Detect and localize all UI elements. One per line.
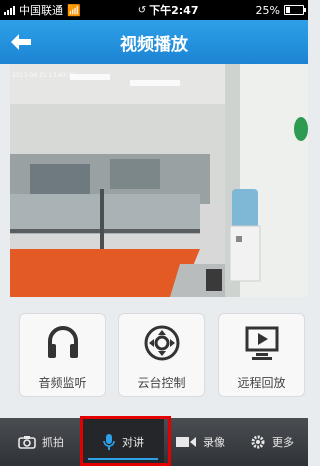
control-panel: 音频监听 云台控制 远程回放	[0, 297, 308, 407]
remote-playback-label: 远程回放	[237, 376, 286, 390]
signal-icon	[4, 5, 15, 15]
video-frame	[10, 64, 308, 297]
camera-icon	[18, 436, 36, 449]
audio-monitor-button[interactable]: 音频监听	[19, 313, 106, 397]
audio-monitor-label: 音频监听	[38, 376, 87, 390]
video-timestamp: 2013-08-21 13:43:31	[12, 72, 76, 79]
tab-intercom[interactable]: 对讲	[82, 418, 164, 466]
carrier-label: 中国联通	[19, 4, 63, 17]
back-button[interactable]	[8, 30, 34, 54]
bottom-tab-bar: 抓拍 对讲 录像 更多	[0, 418, 308, 466]
page-title: 视频播放	[120, 34, 188, 55]
status-bar: 中国联通 📶 ↺ 下午2:47 25%	[0, 0, 308, 20]
ptz-control-label: 云台控制	[137, 376, 186, 390]
battery-icon	[283, 5, 306, 15]
rotation-lock-icon: ↺	[137, 4, 147, 16]
battery-percent: 25%	[255, 3, 280, 17]
remote-playback-button[interactable]: 远程回放	[218, 313, 305, 397]
microphone-icon	[103, 434, 115, 450]
video-player[interactable]: 2013-08-21 13:43:31	[10, 64, 308, 297]
wifi-icon: 📶	[67, 3, 81, 17]
tab-intercom-label: 对讲	[122, 436, 144, 449]
gear-icon	[251, 435, 265, 449]
tab-snapshot-label: 抓拍	[42, 436, 64, 449]
playback-icon	[245, 326, 278, 360]
tab-record-label: 录像	[203, 436, 225, 449]
status-time: 下午2:47	[149, 4, 199, 17]
tab-more[interactable]: 更多	[236, 418, 308, 466]
back-arrow-icon	[11, 34, 31, 50]
video-record-icon	[176, 437, 196, 447]
tab-more-label: 更多	[272, 436, 294, 449]
tab-record[interactable]: 录像	[164, 418, 236, 466]
ptz-control-button[interactable]: 云台控制	[118, 313, 205, 397]
tab-snapshot[interactable]: 抓拍	[0, 418, 82, 466]
dpad-icon	[144, 325, 179, 361]
nav-bar: 视频播放	[0, 20, 308, 64]
headphones-icon	[47, 326, 78, 358]
